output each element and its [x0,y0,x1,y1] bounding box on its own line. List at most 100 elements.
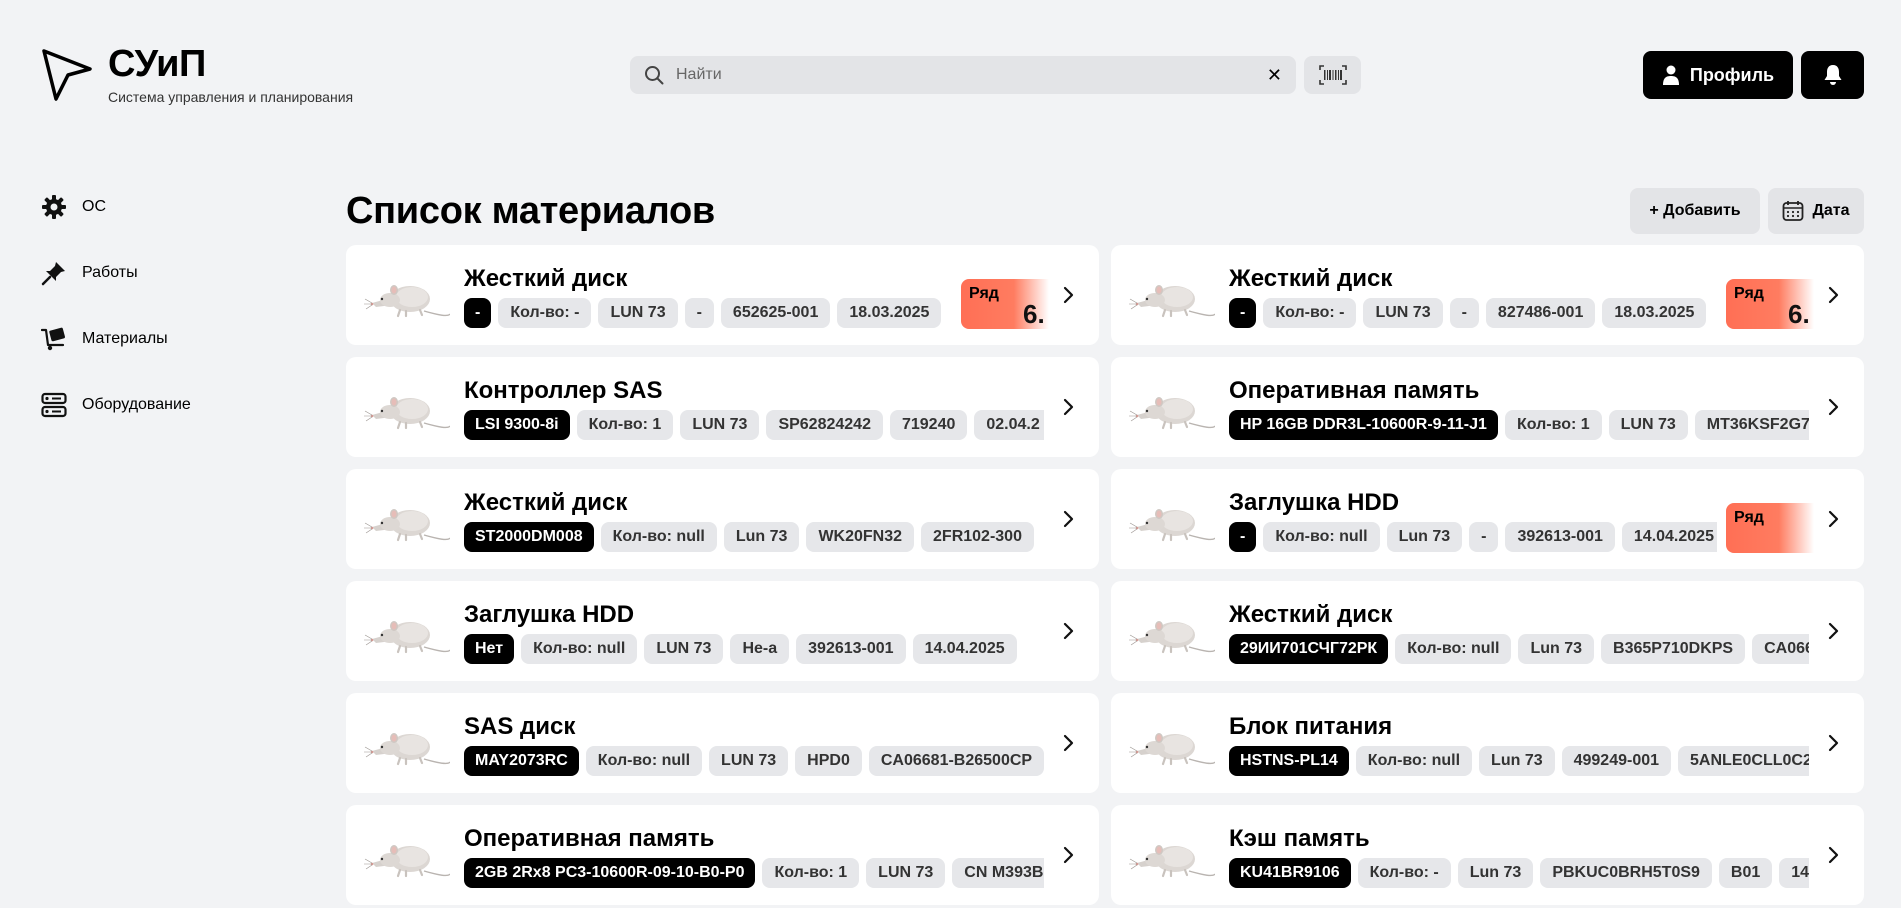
date-filter-button[interactable]: Дата [1768,188,1864,234]
material-title: Оперативная память [1229,377,1480,404]
info-tag: LUN 73 [1363,298,1443,328]
chevron-right-icon[interactable] [1059,729,1079,757]
material-card[interactable]: Заглушка HDD Нет Кол-во: null LUN 73 Не-а 392… [346,581,1099,681]
sidebar-item-works[interactable]: Работы [40,258,191,288]
info-tag: - [1469,522,1499,552]
info-tag: 14.0 [1779,858,1809,888]
info-tag: Кол-во: null [600,522,717,552]
row-badge: Ряд 6. [1726,279,1814,329]
chevron-right-icon[interactable] [1824,617,1844,645]
info-tag: HPD0 [795,746,862,776]
material-tags: - Кол-во: null Lun 73-392613-001 14.04.2025 [1229,522,1717,552]
row-badge-label: Ряд [1734,509,1764,526]
cart-icon [40,325,68,353]
info-tag: Кол-во: null [1263,522,1380,552]
material-tags: 2GB 2Rx8 PC3-10600R-09-10-B0-P0 Кол-во: 1… [464,858,1044,888]
material-card[interactable]: Жесткий диск - Кол-во: - LUN 73-652625-001 1… [346,245,1099,345]
model-tag: 2GB 2Rx8 PC3-10600R-09-10-B0-P0 [464,858,756,888]
notifications-button[interactable] [1801,51,1864,99]
model-tag: - [1229,522,1257,552]
info-tag: B01 [1718,858,1773,888]
info-tag: 2FR102-300 [921,522,1034,552]
info-tag: 499249-001 [1561,746,1672,776]
chevron-right-icon[interactable] [1824,729,1844,757]
barcode-scan-button[interactable] [1304,56,1361,94]
pin-icon [40,259,68,287]
info-tag: MT36KSF2G7 [1694,410,1809,440]
info-tag: Кол-во: - [1263,298,1357,328]
app-title: СУиП [108,43,206,85]
info-tag: 5ANLE0CLL0C2E [1678,746,1809,776]
material-thumbnail [364,379,451,435]
info-tag: CA06681-B26500CP [868,746,1044,776]
material-card[interactable]: Жесткий диск ST2000DM008 Кол-во: null Lun 7… [346,469,1099,569]
chevron-right-icon[interactable] [1824,505,1844,533]
material-thumbnail [1129,491,1216,547]
material-title: Жесткий диск [464,265,628,292]
app-logo[interactable]: СУиП Система управления и планирования [40,45,353,105]
material-card[interactable]: SAS диск MAY2073RC Кол-во: null LUN 73 HPD0 C… [346,693,1099,793]
material-title: Заглушка HDD [464,601,635,628]
material-card[interactable]: Жесткий диск 29ИИ701СЧГ72РК Кол-во: null Lu… [1111,581,1864,681]
info-tag: Lun 73 [723,522,800,552]
material-tags: HSTNS-PL14 Кол-во: null Lun 73 499249-001 5A… [1229,746,1809,776]
material-title: Оперативная память [464,825,715,852]
info-tag: LUN 73 [866,858,946,888]
sidebar-item-label: Оборудование [82,396,191,413]
search-input[interactable] [676,66,1267,84]
material-tags: Нет Кол-во: null LUN 73 Не-а 392613-001 14.04… [464,634,1044,664]
info-tag: 14.04.2025 [1621,522,1717,552]
model-tag: - [464,298,492,328]
info-tag: Кол-во: 1 [576,410,674,440]
chevron-right-icon[interactable] [1824,841,1844,869]
chevron-right-icon[interactable] [1059,281,1079,309]
info-tag: SP62824242 [766,410,883,440]
model-tag: MAY2073RC [464,746,579,776]
material-thumbnail [364,603,451,659]
material-thumbnail [1129,379,1216,435]
info-tag: Кол-во: - [1357,858,1451,888]
model-tag: ST2000DM008 [464,522,594,552]
chevron-right-icon[interactable] [1059,505,1079,533]
model-tag: 29ИИ701СЧГ72РК [1229,634,1389,664]
info-tag: LUN 73 [598,298,678,328]
info-tag: Кол-во: null [585,746,703,776]
model-tag: - [1229,298,1257,328]
material-card[interactable]: Заглушка HDD - Кол-во: null Lun 73-392613-0… [1111,469,1864,569]
row-badge-value: 6. [1788,299,1810,329]
material-tags: KU41BR9106 Кол-во: - Lun 73 PBKUC0BRH5T0S9 B… [1229,858,1809,888]
material-card[interactable]: Жесткий диск - Кол-во: - LUN 73-827486-001 1… [1111,245,1864,345]
chevron-right-icon[interactable] [1059,617,1079,645]
gear-icon [40,193,68,221]
info-tag: 652625-001 [720,298,831,328]
close-icon[interactable]: ✕ [1267,65,1282,86]
sidebar-item-equipment[interactable]: Оборудование [40,390,191,420]
info-tag: 392613-001 [1505,522,1615,552]
search-bar: ✕ [630,56,1296,94]
row-badge-label: Ряд [1734,285,1764,302]
material-title: Кэш память [1229,825,1370,852]
material-card[interactable]: Оперативная память HP 16GB DDR3L-10600R-9… [1111,357,1864,457]
material-thumbnail [1129,827,1216,883]
chevron-right-icon[interactable] [1824,393,1844,421]
sidebar-item-os[interactable]: ОС [40,192,191,222]
sidebar-item-materials[interactable]: Материалы [40,324,191,354]
material-card[interactable]: Блок питания HSTNS-PL14 Кол-во: null Lun 73… [1111,693,1864,793]
server-icon [40,391,68,419]
material-card[interactable]: Оперативная память 2GB 2Rx8 PC3-10600R-09… [346,805,1099,905]
model-tag: Нет [464,634,515,664]
material-card[interactable]: Контроллер SAS LSI 9300-8i Кол-во: 1 LUN 73… [346,357,1099,457]
material-thumbnail [1129,603,1216,659]
add-button[interactable]: + Добавить [1630,188,1760,234]
material-title: Жесткий диск [464,489,628,516]
chevron-right-icon[interactable] [1824,281,1844,309]
profile-button[interactable]: Профиль [1643,51,1793,99]
info-tag: Кол-во: - [498,298,592,328]
info-tag: Не-а [730,634,790,664]
chevron-right-icon[interactable] [1059,393,1079,421]
info-tag: LUN 73 [644,634,724,664]
chevron-right-icon[interactable] [1059,841,1079,869]
material-card[interactable]: Кэш память KU41BR9106 Кол-во: - Lun 73 PBKUC… [1111,805,1864,905]
bell-icon [1824,65,1841,85]
cursor-arrow-icon [42,49,92,101]
